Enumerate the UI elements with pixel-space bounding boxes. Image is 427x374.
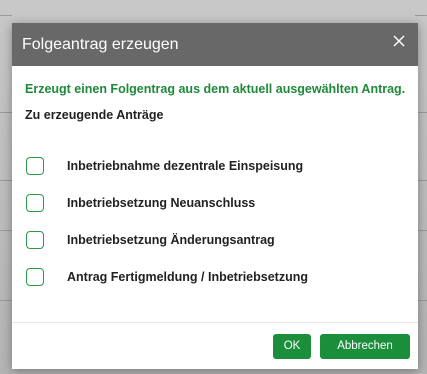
checkbox[interactable] <box>26 268 44 286</box>
dialog-body: Erzeugt einen Folgentrag aus dem aktuell… <box>25 80 407 124</box>
dialog-header: Folgeantrag erzeugen <box>12 23 418 66</box>
backdrop-line <box>0 230 12 231</box>
dialog-description: Erzeugt einen Folgentrag aus dem aktuell… <box>25 82 406 96</box>
checkbox[interactable] <box>26 231 44 249</box>
option-inbetriebnahme-dezentrale-einspeisung[interactable]: Inbetriebnahme dezentrale Einspeisung <box>25 155 395 177</box>
cancel-button[interactable]: Abbrechen <box>320 334 410 359</box>
option-label: Inbetriebsetzung Änderungsantrag <box>67 233 275 247</box>
footer-divider <box>12 322 418 323</box>
section-label: Zu erzeugende Anträge <box>25 108 164 122</box>
backdrop-line <box>415 15 427 16</box>
close-icon[interactable] <box>390 32 408 50</box>
option-inbetriebsetzung-aenderungsantrag[interactable]: Inbetriebsetzung Änderungsantrag <box>25 229 395 251</box>
checkbox[interactable] <box>26 194 44 212</box>
option-label: Antrag Fertigmeldung / Inbetriebsetzung <box>67 270 308 284</box>
dialog-title: Folgeantrag erzeugen <box>22 36 179 53</box>
backdrop-line <box>0 15 12 16</box>
ok-button[interactable]: OK <box>273 334 311 359</box>
option-antrag-fertigmeldung[interactable]: Antrag Fertigmeldung / Inbetriebsetzung <box>25 266 395 288</box>
backdrop-line <box>0 180 12 181</box>
backdrop-line <box>0 112 12 113</box>
option-inbetriebsetzung-neuanschluss[interactable]: Inbetriebsetzung Neuanschluss <box>25 192 395 214</box>
option-label: Inbetriebsetzung Neuanschluss <box>67 196 256 210</box>
option-label: Inbetriebnahme dezentrale Einspeisung <box>67 159 304 173</box>
backdrop-line <box>0 300 12 301</box>
folgeantrag-dialog: Folgeantrag erzeugen Erzeugt einen Folge… <box>12 23 418 369</box>
checkbox[interactable] <box>26 157 44 175</box>
